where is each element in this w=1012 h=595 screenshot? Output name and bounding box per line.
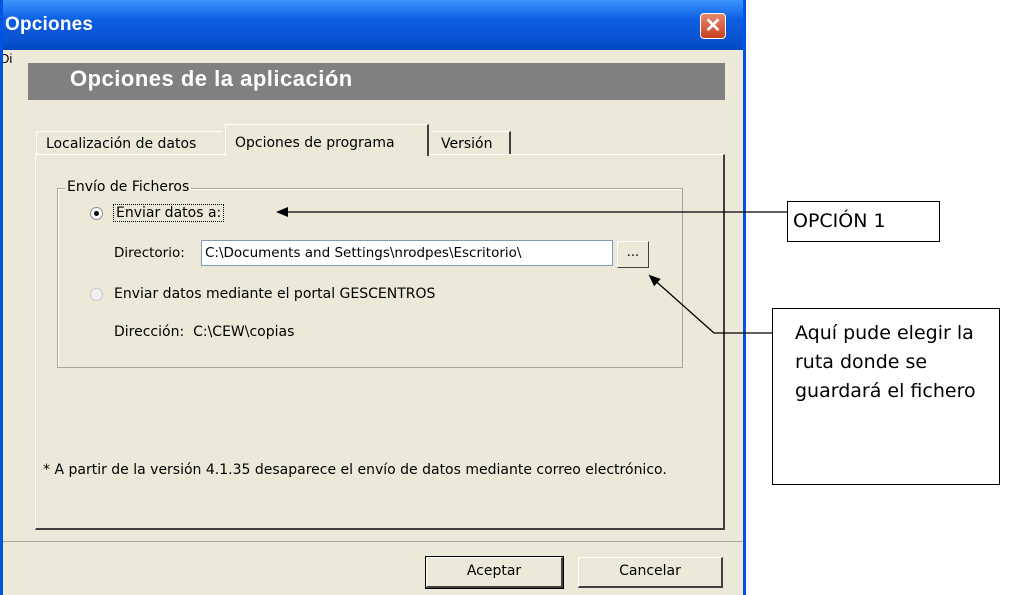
- tab-program-options[interactable]: Opciones de programa: [225, 124, 429, 156]
- route-callout: Aquí pude elegir la ruta donde se guarda…: [772, 308, 1000, 485]
- close-button[interactable]: ✕: [700, 13, 726, 39]
- options-dialog: Opciones ✕ Di Opciones de la aplicación …: [0, 0, 746, 595]
- window-title: Opciones: [5, 14, 94, 35]
- address-row: Dirección: C:\CEW\copias: [114, 324, 294, 340]
- group-legend: Envío de Ficheros: [65, 179, 192, 195]
- portal-radio[interactable]: [90, 288, 103, 301]
- option1-callout: OPCIÓN 1: [787, 201, 940, 242]
- tab-version[interactable]: Versión: [431, 131, 511, 155]
- footer-divider: [3, 541, 743, 542]
- version-note: * A partir de la versión 4.1.35 desapare…: [43, 462, 667, 478]
- close-icon: ✕: [704, 15, 722, 37]
- clipped-label: Di: [0, 51, 13, 66]
- cancel-button[interactable]: Cancelar: [578, 557, 723, 588]
- portal-option-label[interactable]: Enviar datos mediante el portal GESCENTR…: [114, 286, 435, 302]
- address-value: C:\CEW\copias: [193, 324, 295, 340]
- directory-label: Directorio:: [114, 245, 185, 261]
- app-options-banner: Opciones de la aplicación: [28, 63, 725, 100]
- send-data-to-text: Enviar datos a:: [116, 205, 222, 221]
- tab-data-location[interactable]: Localización de datos: [36, 131, 222, 155]
- send-data-to-radio[interactable]: [90, 207, 103, 220]
- address-label: Dirección:: [114, 324, 185, 340]
- directory-input[interactable]: C:\Documents and Settings\nrodpes\Escrit…: [201, 240, 613, 266]
- banner-title: Opciones de la aplicación: [70, 66, 353, 91]
- title-bar[interactable]: Opciones ✕: [3, 0, 743, 50]
- send-data-to-label[interactable]: Enviar datos a:: [112, 204, 225, 222]
- accept-button[interactable]: Aceptar: [425, 556, 564, 589]
- browse-button[interactable]: ...: [617, 241, 649, 268]
